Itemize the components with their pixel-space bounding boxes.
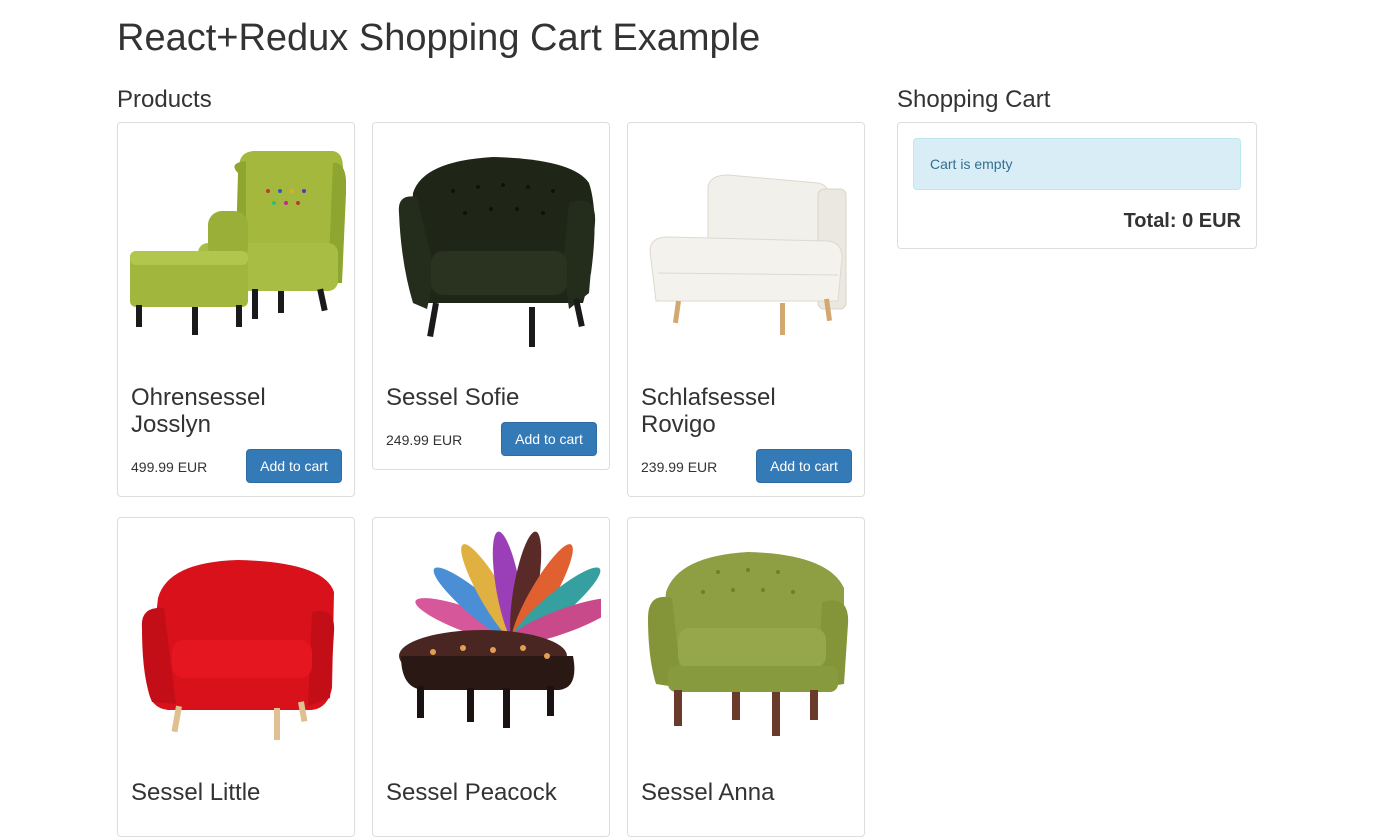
cart-panel: Cart is empty Total: 0 EUR [897,122,1257,249]
product-image-wingback-chair [128,133,346,361]
product-image-tufted-armchair [383,133,601,361]
add-to-cart-button[interactable]: Add to cart [246,449,342,483]
product-card-sessel-anna: Sessel Anna [627,517,865,837]
page-title: React+Redux Shopping Cart Example [117,17,761,59]
product-card-sessel-peacock: Sessel Peacock [372,517,610,837]
product-image-sleeper-chair [638,133,856,361]
product-card-sessel-sofie: Sessel Sofie 249.99 EUR Add to cart [372,122,610,470]
product-name: Sessel Little [131,779,261,806]
cart-heading: Shopping Cart [897,86,1051,113]
add-to-cart-button[interactable]: Add to cart [501,422,597,456]
cart-total: Total: 0 EUR [1123,210,1241,232]
product-name: Schlafsessel Rovigo [641,384,776,438]
product-price: 499.99 EUR [131,459,208,475]
product-name: Sessel Peacock [386,779,557,806]
cart-empty-alert: Cart is empty [913,138,1241,190]
product-card-schlafsessel-rovigo: Schlafsessel Rovigo 239.99 EUR Add to ca… [627,122,865,497]
product-card-sessel-little: Sessel Little [117,517,355,837]
products-heading: Products [117,86,212,113]
product-image-olive-armchair [638,528,856,756]
product-name: Ohrensessel Josslyn [131,384,266,438]
product-card-ohrensessel-josslyn: Ohrensessel Josslyn 499.99 EUR Add to ca… [117,122,355,497]
product-price: 249.99 EUR [386,432,463,448]
product-image-peacock-chair [383,528,601,756]
product-price: 239.99 EUR [641,459,718,475]
product-name: Sessel Sofie [386,384,520,411]
add-to-cart-button[interactable]: Add to cart [756,449,852,483]
product-image-red-tub-chair [128,528,346,756]
product-name: Sessel Anna [641,779,775,806]
